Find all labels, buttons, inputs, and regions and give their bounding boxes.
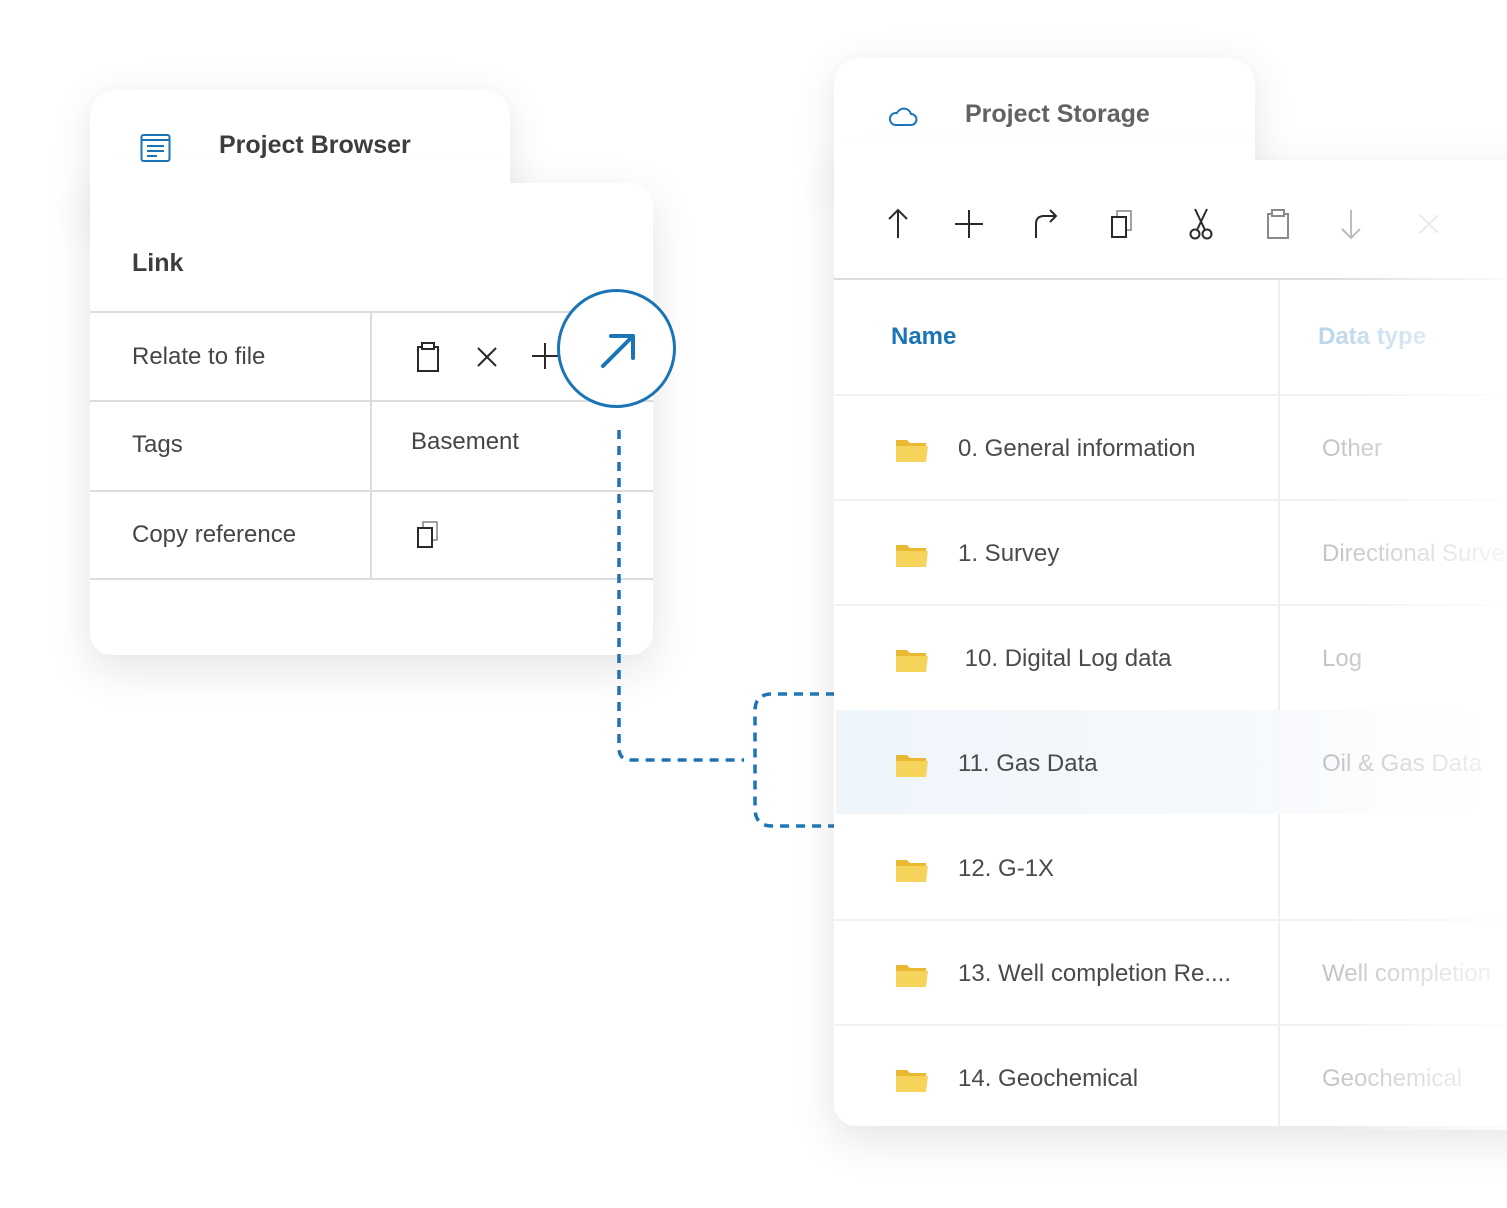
folder-icon: [896, 755, 928, 777]
row-data-type: Oil & Gas Data: [1322, 750, 1483, 777]
folder-icon: [896, 545, 928, 567]
copy-icon[interactable]: [1104, 206, 1140, 242]
row-data-type: Log: [1322, 645, 1363, 672]
row-name: 11. Gas Data: [958, 750, 1098, 777]
column-divider: [370, 311, 372, 579]
document-list-icon: [140, 134, 171, 162]
copy-icon[interactable]: [414, 520, 442, 550]
toolbar-divider: [834, 278, 1507, 280]
project-browser-title: Project Browser: [219, 131, 411, 159]
copy-reference-label: Copy reference: [132, 521, 297, 548]
tags-label: Tags: [132, 431, 183, 458]
close-icon[interactable]: [474, 344, 500, 370]
folder-icon: [896, 440, 928, 462]
column-header-data-type[interactable]: Data type: [1318, 323, 1426, 351]
row-data-type: Other: [1322, 435, 1383, 462]
row-name: 1. Survey: [958, 540, 1060, 567]
row-data-type: Geochemical: [1322, 1065, 1463, 1092]
close-icon[interactable]: [1411, 206, 1447, 242]
row-name: 10. Digital Log data: [958, 645, 1172, 672]
row-name: 14. Geochemical: [958, 1065, 1139, 1092]
scissors-icon[interactable]: [1183, 206, 1219, 242]
plus-icon[interactable]: [951, 206, 987, 242]
row-data-type: Directional Surve: [1322, 540, 1505, 567]
arrow-up-icon[interactable]: [880, 206, 916, 242]
paste-icon[interactable]: [414, 341, 442, 373]
column-header-name[interactable]: Name: [891, 323, 956, 351]
paste-icon[interactable]: [1260, 206, 1296, 242]
row-name: 12. G-1X: [958, 855, 1055, 882]
row-data-type: Well completion: [1322, 960, 1491, 987]
relate-to-file-label: Relate to file: [132, 343, 266, 370]
folder-icon: [896, 650, 928, 672]
redo-arrow-icon[interactable]: [1028, 206, 1064, 242]
link-section-label: Link: [132, 249, 184, 277]
folder-icon: [896, 965, 928, 987]
arrow-up-right-icon: [601, 334, 635, 368]
row-name: 0. General information: [958, 435, 1196, 462]
column-divider: [1278, 280, 1280, 1126]
arrow-down-icon[interactable]: [1333, 206, 1369, 242]
plus-icon[interactable]: [530, 341, 560, 371]
tags-value[interactable]: Basement: [411, 428, 519, 456]
folder-icon: [896, 860, 928, 882]
folder-icon: [896, 1070, 928, 1092]
row-name: 13. Well completion Re....: [958, 960, 1232, 987]
cloud-icon: [888, 107, 918, 126]
project-storage-title: Project Storage: [965, 100, 1150, 128]
